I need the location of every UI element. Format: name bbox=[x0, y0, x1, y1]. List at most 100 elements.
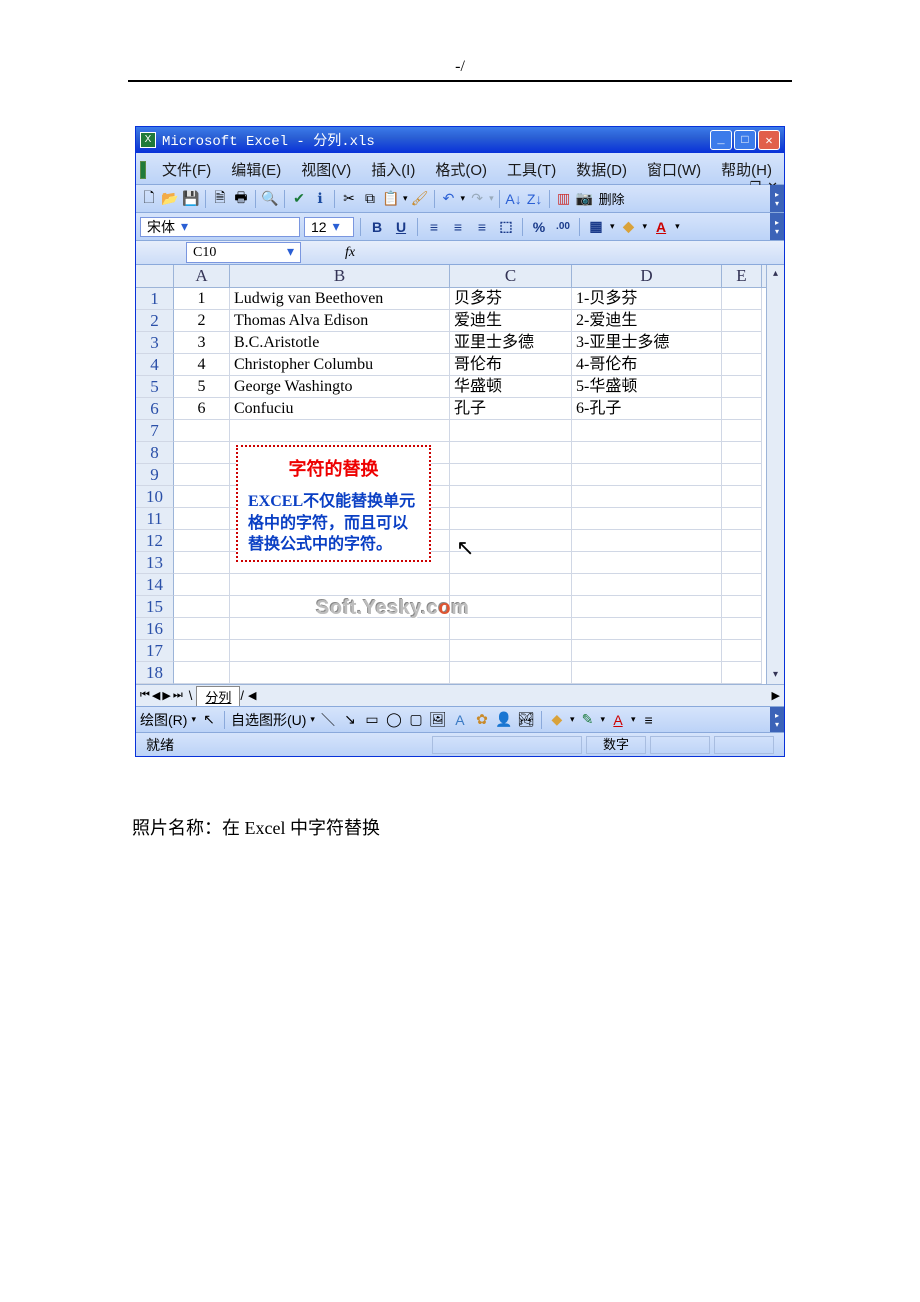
font-name-combo[interactable]: 宋体 ▾ bbox=[140, 217, 300, 237]
workbook-icon[interactable] bbox=[140, 161, 146, 179]
col-header-B[interactable]: B bbox=[230, 265, 450, 287]
cell[interactable] bbox=[572, 420, 722, 442]
cell[interactable] bbox=[722, 288, 762, 310]
cell[interactable] bbox=[450, 662, 572, 684]
cell[interactable]: 贝多芬 bbox=[450, 288, 572, 310]
format-painter-icon[interactable]: 🖌 bbox=[411, 190, 429, 208]
cell[interactable] bbox=[230, 640, 450, 662]
row-header[interactable]: 5 bbox=[136, 376, 174, 398]
maximize-button[interactable]: □ bbox=[734, 130, 756, 150]
line-style-icon[interactable]: ≡ bbox=[640, 711, 658, 729]
research-icon[interactable]: ℹ bbox=[311, 190, 329, 208]
cell[interactable] bbox=[722, 310, 762, 332]
cell[interactable] bbox=[572, 662, 722, 684]
oval-icon[interactable]: ◯ bbox=[385, 711, 403, 729]
cell[interactable] bbox=[722, 398, 762, 420]
align-center-button[interactable]: ≡ bbox=[448, 217, 468, 237]
scroll-down-icon[interactable]: ▾ bbox=[773, 666, 778, 684]
cell[interactable] bbox=[722, 530, 762, 552]
cell[interactable] bbox=[450, 618, 572, 640]
cell[interactable] bbox=[450, 508, 572, 530]
cell[interactable] bbox=[722, 552, 762, 574]
cell[interactable] bbox=[174, 574, 230, 596]
cell[interactable]: 6 bbox=[174, 398, 230, 420]
cell[interactable] bbox=[230, 662, 450, 684]
menu-edit[interactable]: 编辑(E) bbox=[223, 157, 289, 182]
borders-button[interactable]: ▦ bbox=[586, 217, 606, 237]
print-icon[interactable]: 🖶 bbox=[232, 190, 250, 208]
cell[interactable] bbox=[722, 618, 762, 640]
cell[interactable]: 华盛顿 bbox=[450, 376, 572, 398]
menu-window[interactable]: 窗口(W) bbox=[639, 157, 709, 182]
cell[interactable] bbox=[450, 464, 572, 486]
cell[interactable] bbox=[572, 464, 722, 486]
wordart-icon[interactable]: A bbox=[451, 711, 469, 729]
cell[interactable] bbox=[174, 420, 230, 442]
cell[interactable] bbox=[174, 486, 230, 508]
toolbar-options-icon[interactable]: ▸▾ bbox=[770, 707, 784, 732]
underline-button[interactable]: U bbox=[391, 217, 411, 237]
cell[interactable] bbox=[174, 442, 230, 464]
row-header[interactable]: 17 bbox=[136, 640, 174, 662]
cell[interactable] bbox=[230, 574, 450, 596]
cell[interactable] bbox=[572, 552, 722, 574]
scroll-left-icon[interactable]: ◀ bbox=[248, 689, 256, 702]
cell[interactable]: 爱迪生 bbox=[450, 310, 572, 332]
vertical-scrollbar[interactable]: ▴ ▾ bbox=[766, 265, 784, 684]
sort-desc-icon[interactable]: Z↓ bbox=[526, 190, 544, 208]
line-color-icon[interactable]: ✎ bbox=[578, 711, 596, 729]
cell[interactable] bbox=[722, 332, 762, 354]
horizontal-scrollbar[interactable]: ◀ ▶ bbox=[244, 689, 784, 702]
menu-view[interactable]: 视图(V) bbox=[293, 157, 359, 182]
tab-prev-icon[interactable]: ◀ bbox=[152, 689, 160, 702]
cell[interactable] bbox=[722, 442, 762, 464]
cell[interactable] bbox=[722, 420, 762, 442]
cell[interactable]: 2-爱迪生 bbox=[572, 310, 722, 332]
cell[interactable] bbox=[230, 420, 450, 442]
cell[interactable] bbox=[450, 486, 572, 508]
cell[interactable]: George Washingto bbox=[230, 376, 450, 398]
cell[interactable] bbox=[174, 464, 230, 486]
cell[interactable] bbox=[722, 574, 762, 596]
cell[interactable] bbox=[572, 508, 722, 530]
diagram-icon[interactable]: ✿ bbox=[473, 711, 491, 729]
cell[interactable]: 1-贝多芬 bbox=[572, 288, 722, 310]
chart-icon[interactable]: ▥ bbox=[555, 190, 573, 208]
arrow-icon[interactable]: ↘ bbox=[341, 711, 359, 729]
fill-color-button[interactable]: ◆ bbox=[619, 217, 639, 237]
row-header[interactable]: 3 bbox=[136, 332, 174, 354]
insert-picture-icon[interactable]: 🖼 bbox=[429, 711, 447, 729]
bold-button[interactable]: B bbox=[367, 217, 387, 237]
cell[interactable] bbox=[174, 530, 230, 552]
cell[interactable]: 5 bbox=[174, 376, 230, 398]
undo-icon[interactable]: ↶ bbox=[440, 190, 458, 208]
cell[interactable] bbox=[572, 530, 722, 552]
cell[interactable] bbox=[572, 596, 722, 618]
select-all-corner[interactable] bbox=[136, 265, 174, 287]
toolbar-options-icon[interactable]: ▸▾ bbox=[770, 213, 784, 240]
menu-tools[interactable]: 工具(T) bbox=[499, 157, 564, 182]
camera-icon[interactable]: 📷 bbox=[576, 190, 594, 208]
rectangle-icon[interactable]: ▭ bbox=[363, 711, 381, 729]
col-header-D[interactable]: D bbox=[572, 265, 722, 287]
row-header[interactable]: 18 bbox=[136, 662, 174, 684]
cell[interactable] bbox=[572, 574, 722, 596]
cell[interactable] bbox=[450, 574, 572, 596]
cell[interactable]: Christopher Columbu bbox=[230, 354, 450, 376]
new-icon[interactable]: 🗋 bbox=[140, 190, 158, 208]
cell[interactable]: 4-哥伦布 bbox=[572, 354, 722, 376]
sort-asc-icon[interactable]: A↓ bbox=[505, 190, 523, 208]
tab-first-icon[interactable]: ⏮ bbox=[140, 689, 150, 702]
cell[interactable] bbox=[450, 420, 572, 442]
cell[interactable] bbox=[174, 662, 230, 684]
row-header[interactable]: 15 bbox=[136, 596, 174, 618]
cell[interactable]: Thomas Alva Edison bbox=[230, 310, 450, 332]
copy-icon[interactable]: ⧉ bbox=[361, 190, 379, 208]
titlebar[interactable]: X Microsoft Excel - 分列.xls _ □ ✕ bbox=[136, 127, 784, 153]
cell[interactable] bbox=[572, 618, 722, 640]
paste-icon[interactable]: 📋 bbox=[382, 190, 400, 208]
cell[interactable]: Confuciu bbox=[230, 398, 450, 420]
row-header[interactable]: 9 bbox=[136, 464, 174, 486]
cell[interactable] bbox=[450, 442, 572, 464]
cell[interactable]: Ludwig van Beethoven bbox=[230, 288, 450, 310]
